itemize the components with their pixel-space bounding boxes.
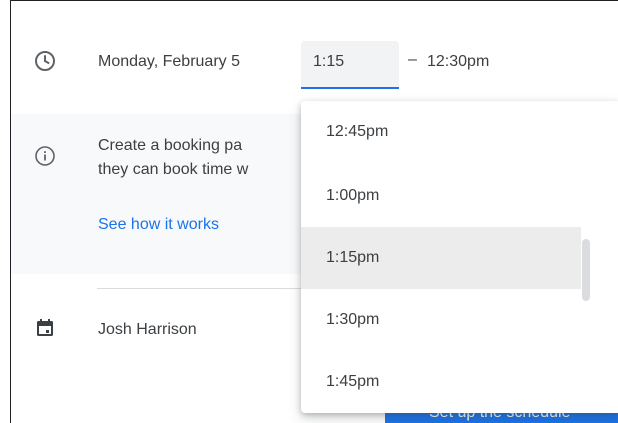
calendar-owner-name[interactable]: Josh Harrison bbox=[98, 321, 197, 339]
time-option-selected[interactable]: 1:15pm bbox=[301, 227, 581, 289]
end-time-field[interactable]: 12:30pm bbox=[427, 53, 489, 71]
calendar-icon bbox=[33, 316, 57, 340]
event-date[interactable]: Monday, February 5 bbox=[98, 53, 240, 71]
time-option[interactable]: 1:00pm bbox=[301, 165, 581, 227]
time-range-separator: – bbox=[408, 51, 417, 68]
see-how-it-works-link[interactable]: See how it works bbox=[98, 216, 219, 234]
time-option[interactable]: 1:45pm bbox=[301, 351, 581, 413]
time-option[interactable]: 1:30pm bbox=[301, 289, 581, 351]
time-option[interactable]: 12:45pm bbox=[301, 101, 581, 163]
info-icon bbox=[33, 144, 57, 168]
dropdown-scrollbar-thumb[interactable] bbox=[582, 239, 590, 301]
info-text-line1-left: Create a booking pa bbox=[98, 137, 243, 154]
clock-icon bbox=[33, 49, 57, 73]
start-time-field[interactable]: 1:15 bbox=[301, 41, 399, 89]
start-time-value: 1:15 bbox=[313, 53, 345, 70]
event-editor-panel: Monday, February 5 1:15 – 12:30pm Create… bbox=[10, 0, 618, 423]
start-time-dropdown[interactable]: 12:45pm 1:00pm 1:15pm 1:30pm 1:45pm bbox=[301, 101, 618, 413]
